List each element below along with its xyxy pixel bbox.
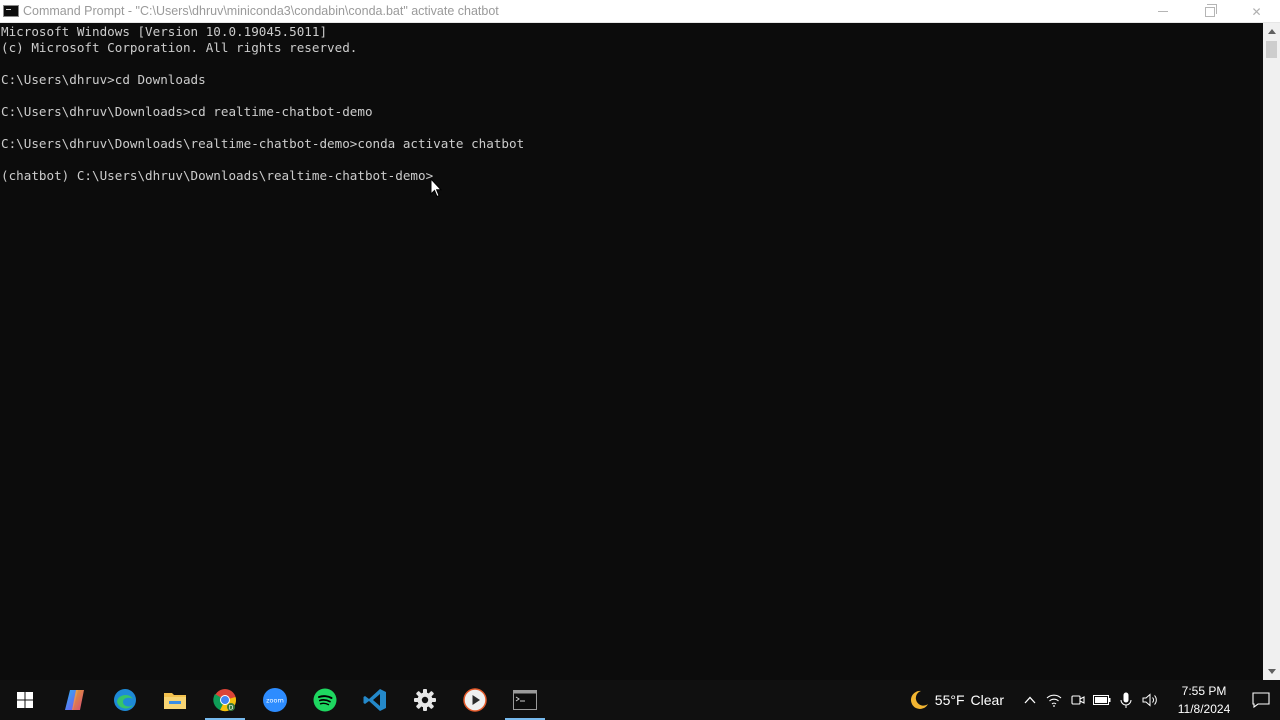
terminal-icon [513,690,537,710]
taskbar-copilot[interactable] [50,680,100,720]
close-button[interactable]: ✕ [1233,0,1280,23]
taskbar-file-explorer[interactable] [150,680,200,720]
speaker-icon [1142,693,1157,707]
microphone-button[interactable] [1114,680,1138,720]
taskbar-edge[interactable] [100,680,150,720]
gear-icon [414,689,436,711]
edge-icon [114,689,136,711]
battery-icon [1093,695,1111,705]
scroll-down-button[interactable] [1263,663,1280,680]
console-output[interactable]: Microsoft Windows [Version 10.0.19045.50… [0,23,1263,680]
title-bar[interactable]: Command Prompt - "C:\Users\dhruv\minicon… [0,0,1280,23]
console-line: C:\Users\dhruv>cd Downloads [1,72,206,87]
taskbar-vscode[interactable] [350,680,400,720]
restore-icon [1204,3,1217,17]
microphone-icon [1120,692,1132,708]
weather-widget[interactable]: 55°F Clear [907,689,1004,711]
show-hidden-icons-button[interactable] [1018,680,1042,720]
volume-button[interactable] [1138,680,1162,720]
console-line: C:\Users\dhruv\Downloads>cd realtime-cha… [1,104,373,119]
network-button[interactable] [1042,680,1066,720]
window-title: Command Prompt - "C:\Users\dhruv\minicon… [23,4,499,18]
console-line: (c) Microsoft Corporation. All rights re… [1,40,358,55]
window-controls: ✕ [1139,0,1280,23]
folder-icon [164,693,186,709]
zoom-icon: zoom [263,688,287,712]
taskbar-chrome[interactable]: D [200,680,250,720]
taskbar-zoom[interactable]: zoom [250,680,300,720]
taskbar: D zoom 55°F Clear 7:55 PM 11/8/2024 [0,680,1280,720]
clock-date: 11/8/2024 [1177,702,1231,716]
scrollbar-thumb[interactable] [1266,41,1277,58]
battery-button[interactable] [1090,680,1114,720]
moon-icon [910,690,928,709]
meet-now-button[interactable] [1066,680,1090,720]
console-line: C:\Users\dhruv\Downloads\realtime-chatbo… [1,136,525,151]
clock-time: 7:55 PM [1181,684,1227,698]
console-prompt-line[interactable]: (chatbot) C:\Users\dhruv\Downloads\realt… [1,168,1263,184]
spotify-icon [313,688,337,712]
taskbar-spotify[interactable] [300,680,350,720]
notifications-button[interactable] [1242,680,1280,720]
maximize-button[interactable] [1186,0,1233,23]
scroll-up-button[interactable] [1263,23,1280,40]
chevron-up-icon [1267,29,1276,34]
windows-logo-icon [17,692,33,708]
close-icon: ✕ [1251,4,1262,19]
weather-temperature: 55°F [934,692,965,708]
zoom-icon-label: zoom [266,697,284,705]
minimize-icon [1157,11,1168,12]
taskbar-media-player[interactable] [450,680,500,720]
system-tray: 55°F Clear 7:55 PM 11/8/2024 [907,680,1280,720]
chrome-icon: D [213,689,236,712]
taskbar-command-prompt[interactable] [500,680,550,720]
mouse-pointer-icon [430,178,442,198]
command-prompt-icon [3,5,19,17]
notification-icon [1252,692,1270,708]
minimize-button[interactable] [1139,0,1186,23]
weather-condition: Clear [970,692,1004,708]
taskbar-settings[interactable] [400,680,450,720]
wifi-icon [1046,694,1062,707]
start-button[interactable] [0,680,50,720]
vscode-icon [363,689,386,711]
console-line: Microsoft Windows [Version 10.0.19045.50… [1,24,328,39]
play-icon [463,688,487,712]
clock-button[interactable]: 7:55 PM 11/8/2024 [1166,682,1242,718]
copilot-icon [65,690,84,710]
svg-text:D: D [229,705,234,712]
chevron-down-icon [1267,669,1276,674]
camera-icon [1071,695,1085,705]
vertical-scrollbar[interactable] [1263,23,1280,680]
chevron-up-icon [1024,696,1036,704]
